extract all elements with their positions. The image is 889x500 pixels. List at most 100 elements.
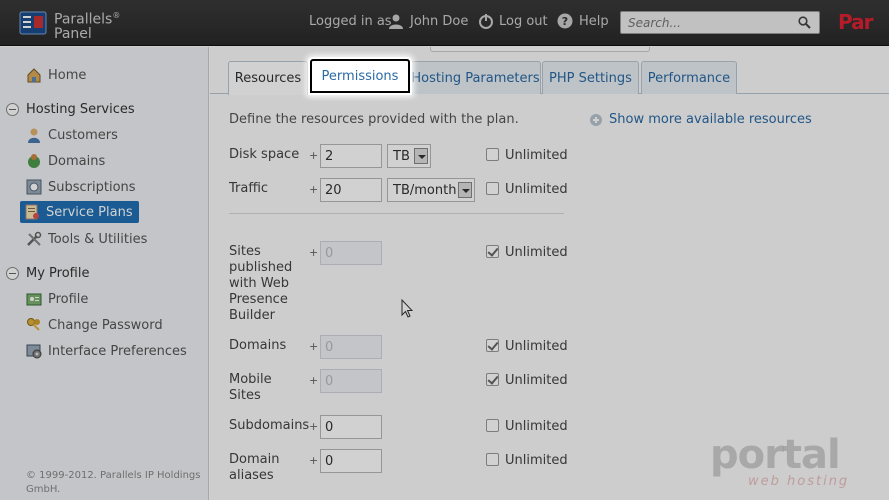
logged-in-as-label: Logged in as (309, 14, 392, 29)
sidebar-item-domains[interactable]: Domains (26, 152, 105, 170)
plus-sign: + (309, 420, 319, 433)
sidebar-item-label: Customers (48, 127, 118, 143)
top-box (430, 47, 650, 52)
home-icon (27, 68, 41, 83)
help-link[interactable]: Help (579, 14, 609, 30)
tab-php-settings[interactable]: PHP Settings (542, 61, 639, 94)
section-my-profile[interactable]: My Profile (6, 264, 89, 282)
sidebar-item-label: Subscriptions (48, 179, 136, 195)
intro-text: Define the resources provided with the p… (229, 112, 519, 127)
traffic-unlimited-checkbox[interactable] (486, 182, 499, 195)
domain-aliases-input[interactable] (320, 449, 382, 473)
user-icon (389, 14, 403, 29)
sidebar: Home Hosting Services Customers Domains … (0, 47, 209, 500)
domain-aliases-label: Domain aliases (229, 452, 280, 483)
mouse-cursor-icon (401, 299, 413, 318)
subdomains-label: Subdomains (229, 418, 310, 433)
tab-resources[interactable]: Resources (228, 61, 308, 95)
domain-aliases-unlimited-checkbox[interactable] (486, 453, 499, 466)
domains-label: Domains (229, 338, 287, 353)
tab-hosting-parameters[interactable]: Hosting Parameters (410, 61, 541, 94)
logo-text: Parallels® Panel (54, 11, 121, 42)
tools-icon (27, 231, 42, 246)
user-name-link[interactable]: John Doe (410, 14, 468, 30)
section-label: Hosting Services (26, 101, 135, 117)
chevron-down-icon[interactable] (458, 182, 472, 198)
select-value: TB (393, 148, 410, 164)
section-label: My Profile (26, 265, 90, 281)
top-header: Parallels® Panel Logged in as John Doe L… (0, 0, 889, 46)
svg-text:?: ? (562, 15, 568, 28)
sidebar-item-label: Profile (48, 291, 89, 307)
plus-sign: + (309, 374, 319, 387)
unlimited-label: Unlimited (505, 245, 568, 260)
logout-link[interactable]: Log out (499, 14, 548, 30)
tab-performance[interactable]: Performance (641, 61, 737, 94)
show-more-label: Show more available resources (609, 112, 812, 127)
sidebar-item-profile[interactable]: Profile (26, 290, 88, 308)
sidebar-item-subscriptions[interactable]: Subscriptions (26, 178, 136, 196)
plus-sign: + (309, 183, 319, 196)
key-icon (27, 318, 40, 331)
sidebar-item-service-plans[interactable]: Service Plans (20, 201, 139, 223)
search-input[interactable] (621, 12, 791, 33)
unlimited-label: Unlimited (505, 453, 568, 468)
traffic-input[interactable] (320, 178, 382, 202)
sidebar-item-tools-utilities[interactable]: Tools & Utilities (26, 230, 147, 248)
sidebar-item-customers[interactable]: Customers (26, 126, 118, 144)
disk-space-input[interactable] (320, 144, 382, 168)
disk-space-unit-select[interactable]: TB (387, 144, 431, 168)
unlimited-label: Unlimited (505, 339, 568, 354)
chevron-down-icon[interactable] (414, 148, 428, 164)
unlimited-label: Unlimited (505, 182, 568, 197)
search-icon[interactable] (798, 16, 811, 29)
sites-published-label: Sites published with Web Presence Builde… (229, 244, 293, 323)
domains-unlimited-checkbox[interactable] (486, 339, 499, 352)
sidebar-item-home[interactable]: Home (26, 66, 86, 84)
watermark-subtitle: web hosting (748, 474, 850, 489)
subdomains-unlimited-checkbox[interactable] (486, 419, 499, 432)
profile-icon (26, 293, 42, 306)
mobile-sites-unlimited-checkbox[interactable] (486, 373, 499, 386)
mobile-sites-input[interactable] (320, 369, 382, 393)
traffic-unit-select[interactable]: TB/month (387, 178, 475, 202)
service-plans-icon (25, 204, 39, 220)
disk-space-label: Disk space (229, 147, 300, 162)
select-value: TB/month (393, 182, 457, 198)
sidebar-item-label: Change Password (48, 317, 163, 333)
sidebar-item-interface-preferences[interactable]: Interface Preferences (26, 342, 187, 360)
help-icon[interactable]: ? (557, 13, 573, 29)
divider (229, 213, 564, 214)
customers-icon (28, 128, 40, 143)
show-more-link[interactable]: Show more available resources (590, 112, 812, 127)
unlimited-label: Unlimited (505, 419, 568, 434)
sidebar-item-label: Tools & Utilities (48, 231, 148, 247)
domains-input[interactable] (320, 335, 382, 359)
sites-published-input[interactable] (320, 241, 382, 265)
mobile-sites-label: Mobile Sites (229, 372, 272, 403)
sidebar-item-label: Home (48, 67, 87, 83)
tab-permissions[interactable]: Permissions (310, 59, 410, 93)
brand-right: Par (838, 10, 873, 34)
power-icon[interactable] (478, 13, 494, 29)
disk-space-unlimited-checkbox[interactable] (486, 148, 499, 161)
collapse-icon[interactable] (6, 266, 19, 280)
copyright-text: © 1999-2012. Parallels IP Holdings GmbH. (26, 470, 201, 495)
sidebar-item-change-password[interactable]: Change Password (26, 316, 163, 334)
search-box (620, 11, 820, 34)
sidebar-item-label: Interface Preferences (48, 343, 187, 359)
section-hosting-services[interactable]: Hosting Services (6, 100, 135, 118)
subdomains-input[interactable] (320, 415, 382, 439)
parallels-logo-icon (19, 11, 47, 35)
sidebar-item-label: Domains (48, 153, 106, 169)
sites-published-unlimited-checkbox[interactable] (486, 245, 499, 258)
unlimited-label: Unlimited (505, 373, 568, 388)
plus-sign: + (309, 454, 319, 467)
plus-circle-icon (590, 113, 602, 126)
plus-sign: + (309, 246, 319, 259)
traffic-label: Traffic (229, 181, 269, 196)
domains-icon (28, 154, 40, 168)
plus-sign: + (309, 149, 319, 162)
subscriptions-icon (26, 179, 42, 195)
collapse-icon[interactable] (6, 102, 19, 116)
